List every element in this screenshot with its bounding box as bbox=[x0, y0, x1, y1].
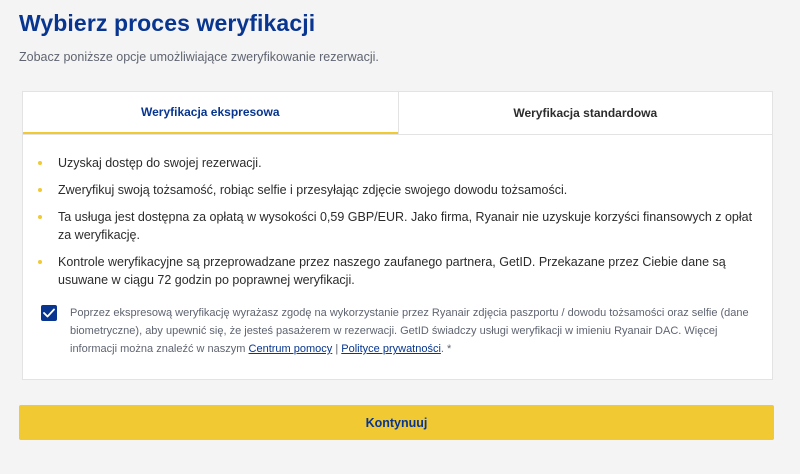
consent-suffix: . * bbox=[440, 343, 452, 355]
verification-page: Wybierz proces weryfikacji Zobacz poniżs… bbox=[0, 0, 800, 474]
list-item-text: Kontrole weryfikacyjne są przeprowadzane… bbox=[58, 255, 726, 287]
checkmark-icon bbox=[43, 308, 55, 318]
verification-tabs: Weryfikacja ekspresowa Weryfikacja stand… bbox=[23, 92, 772, 135]
page-title: Wybierz proces weryfikacji bbox=[19, 10, 316, 36]
help-center-link[interactable]: Centrum pomocy bbox=[249, 343, 333, 355]
verification-card: Weryfikacja ekspresowa Weryfikacja stand… bbox=[22, 91, 773, 380]
link-separator: | bbox=[335, 343, 339, 355]
tab-standard-verification[interactable]: Weryfikacja standardowa bbox=[397, 92, 773, 134]
list-item: Ta usługa jest dostępna za opłatą w wyso… bbox=[33, 208, 763, 244]
tab-express-verification[interactable]: Weryfikacja ekspresowa bbox=[23, 92, 398, 134]
continue-button[interactable]: Kontynuuj bbox=[19, 405, 774, 440]
list-item: Kontrole weryfikacyjne są przeprowadzane… bbox=[33, 253, 763, 289]
consent-checkbox[interactable] bbox=[41, 305, 57, 321]
list-item-text: Uzyskaj dostęp do swojej rezerwacji. bbox=[58, 156, 262, 170]
bullet-dot-icon bbox=[38, 260, 42, 264]
privacy-policy-link[interactable]: Polityce prywatności bbox=[341, 343, 441, 355]
list-item: Zweryfikuj swoją tożsamość, robiąc selfi… bbox=[33, 181, 763, 199]
list-item: Uzyskaj dostęp do swojej rezerwacji. bbox=[33, 154, 763, 172]
list-item-text: Zweryfikuj swoją tożsamość, robiąc selfi… bbox=[58, 183, 568, 197]
express-info-list: Uzyskaj dostęp do swojej rezerwacji. Zwe… bbox=[33, 154, 763, 298]
page-subtitle: Zobacz poniższe opcje umożliwiające zwer… bbox=[19, 50, 379, 64]
consent-block: Poprzez ekspresową weryfikację wyrażasz … bbox=[41, 304, 761, 358]
bullet-dot-icon bbox=[38, 161, 42, 165]
consent-text: Poprzez ekspresową weryfikację wyrażasz … bbox=[70, 304, 761, 358]
bullet-dot-icon bbox=[38, 215, 42, 219]
list-item-text: Ta usługa jest dostępna za opłatą w wyso… bbox=[58, 210, 753, 242]
bullet-dot-icon bbox=[38, 188, 42, 192]
